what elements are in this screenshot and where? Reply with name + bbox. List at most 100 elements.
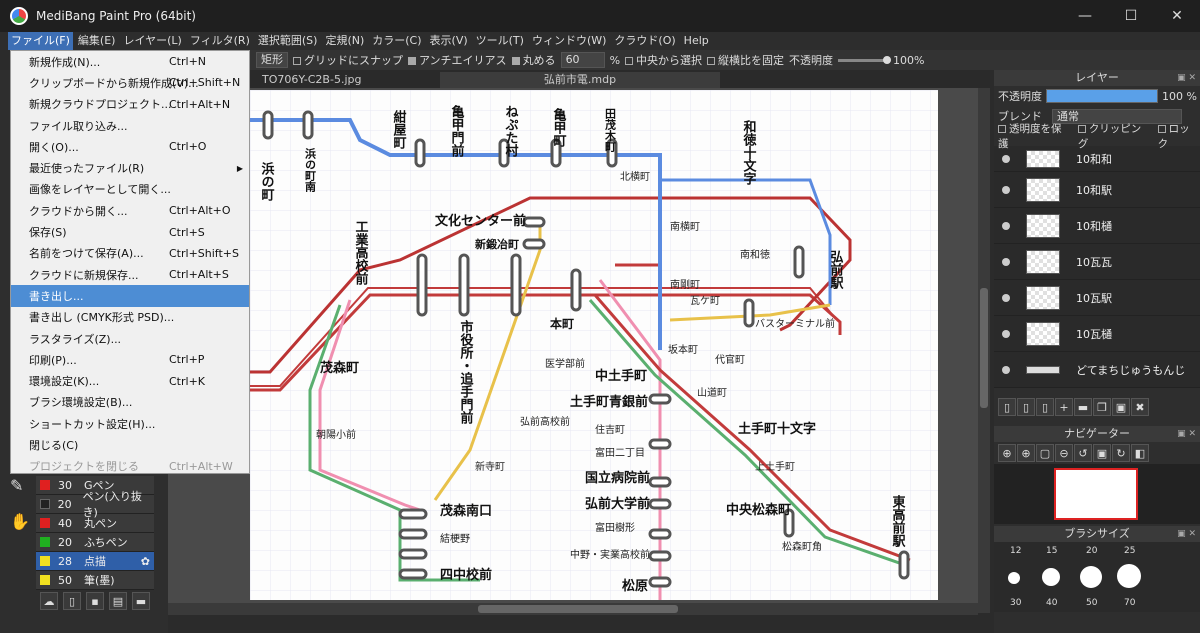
new-1bit-layer-icon[interactable]: ▯ xyxy=(1036,398,1054,416)
snap-grid-checkbox[interactable]: グリッドにスナップ xyxy=(293,52,403,68)
new-brush-icon[interactable]: ▯ xyxy=(63,592,81,610)
menu-cloud[interactable]: クラウド(O) xyxy=(611,32,678,50)
menu-item-recent-files[interactable]: 最近使ったファイル(R) ▶ xyxy=(11,157,249,178)
menu-help[interactable]: Help xyxy=(681,32,712,50)
eyedropper-icon[interactable]: ✎ xyxy=(10,476,23,495)
tab-jpg[interactable]: TO706Y-C2B-5.jpg xyxy=(254,72,369,88)
new-layer-icon[interactable]: ▯ xyxy=(998,398,1016,416)
eye-icon[interactable] xyxy=(1002,257,1010,266)
antialias-checkbox[interactable]: アンチエイリアス xyxy=(408,52,507,68)
zoom-in-icon[interactable]: ⊕ xyxy=(998,444,1016,462)
document-canvas[interactable]: 浜の町 浜の町南 紺屋町 亀甲門前 ねぷた村 亀甲町 田茂木町 和徳十文字 文化… xyxy=(250,90,938,600)
minimize-button[interactable]: — xyxy=(1062,0,1108,32)
brush-item-selected[interactable]: 28 点描 ✿ xyxy=(36,552,154,571)
horizontal-scrollbar[interactable] xyxy=(168,603,978,615)
fit-icon[interactable]: ▢ xyxy=(1036,444,1054,462)
layer-item[interactable]: 10和樋 xyxy=(994,208,1200,244)
menu-item-rasterize[interactable]: ラスタライズ(Z)... xyxy=(11,328,249,349)
menu-item-open-from-cloud[interactable]: クラウドから開く... Ctrl+Alt+O xyxy=(11,200,249,221)
menu-item-save[interactable]: 保存(S) Ctrl+S xyxy=(11,221,249,242)
brush-size-title: ブラシサイズ ▣ ✕ xyxy=(994,526,1200,542)
lock-checkbox[interactable]: ロック xyxy=(1157,121,1200,151)
menu-item-new[interactable]: 新規作成(N)... Ctrl+N xyxy=(11,51,249,72)
layer-item[interactable]: 10瓦駅 xyxy=(994,280,1200,316)
fullscreen-icon[interactable]: ▣ xyxy=(1093,444,1111,462)
menu-layer[interactable]: レイヤー(L) xyxy=(120,32,184,50)
eye-icon[interactable] xyxy=(1002,329,1010,338)
selection-mode-select[interactable]: 矩形 xyxy=(256,52,288,68)
add-brush-icon[interactable]: ▪ xyxy=(86,592,104,610)
round-checkbox[interactable]: 丸める xyxy=(511,52,556,68)
menu-tool[interactable]: ツール(T) xyxy=(473,32,527,50)
brush-size-dot[interactable] xyxy=(1117,564,1141,588)
vertical-scrollbar[interactable] xyxy=(978,88,990,613)
clipping-checkbox[interactable]: クリッピング xyxy=(1077,121,1152,151)
menu-item-print[interactable]: 印刷(P)... Ctrl+P xyxy=(11,349,249,370)
menu-item-new-from-clipboard[interactable]: クリップボードから新規作成(V)... Ctrl+Shift+N xyxy=(11,72,249,93)
trash-icon[interactable]: ✖ xyxy=(1131,398,1149,416)
menu-item-new-cloud-project[interactable]: 新規クラウドプロジェクト... Ctrl+Alt+N xyxy=(11,94,249,115)
gear-icon[interactable]: ✿ xyxy=(141,555,150,568)
menu-item-open-as-layer[interactable]: 画像をレイヤーとして開く... xyxy=(11,179,249,200)
round-value-input[interactable]: 60 xyxy=(560,52,605,68)
eye-icon[interactable] xyxy=(1002,293,1010,302)
layer-item[interactable]: 10和駅 xyxy=(994,172,1200,208)
menu-color[interactable]: カラー(C) xyxy=(369,32,424,50)
brush-item[interactable]: 20 ペン(入り抜き) xyxy=(36,490,154,519)
brush-item[interactable]: 50 筆(墨) xyxy=(36,571,154,590)
brush-settings-icon[interactable]: ▤ xyxy=(109,592,127,610)
brush-size-dot[interactable] xyxy=(1042,568,1060,586)
menu-item-export[interactable]: 書き出し... xyxy=(11,285,249,307)
brush-size-dot[interactable] xyxy=(1008,572,1020,584)
menu-item-export-cmyk[interactable]: 書き出し (CMYK形式 PSD)... xyxy=(11,307,249,328)
station-label: 本町 xyxy=(550,316,574,331)
layer-item[interactable]: 10瓦瓦 xyxy=(994,244,1200,280)
menu-item-save-as[interactable]: 名前をつけて保存(A)... Ctrl+Shift+S xyxy=(11,243,249,264)
navigator-preview[interactable] xyxy=(994,464,1200,524)
flip-icon[interactable]: ◧ xyxy=(1131,444,1149,462)
eye-icon[interactable] xyxy=(1002,221,1010,230)
brush-size-dot[interactable] xyxy=(1080,566,1102,588)
from-center-checkbox[interactable]: 中央から選択 xyxy=(625,52,702,68)
menu-ruler[interactable]: 定規(N) xyxy=(322,32,367,50)
menu-item-import[interactable]: ファイル取り込み... xyxy=(11,115,249,136)
zoom-out-icon[interactable]: ⊖ xyxy=(1055,444,1073,462)
menu-item-preferences[interactable]: 環境設定(K)... Ctrl+K xyxy=(11,370,249,391)
menu-file[interactable]: ファイル(F) xyxy=(8,32,73,50)
zoom-in-alt-icon[interactable]: ⊕ xyxy=(1017,444,1035,462)
new-halftone-layer-icon[interactable]: ▯ xyxy=(1017,398,1035,416)
eye-icon[interactable] xyxy=(1002,154,1010,163)
menu-edit[interactable]: 編集(E) xyxy=(75,32,119,50)
menu-window[interactable]: ウィンドウ(W) xyxy=(529,32,609,50)
layer-item[interactable]: どてまちじゅうもんじ xyxy=(994,352,1200,388)
menu-item-open[interactable]: 開く(O)... Ctrl+O xyxy=(11,136,249,157)
maximize-button[interactable]: ☐ xyxy=(1108,0,1154,32)
cloud-brush-icon[interactable]: ☁ xyxy=(40,592,58,610)
brush-item[interactable]: 20 ふちペン xyxy=(36,533,154,552)
close-button[interactable]: ✕ xyxy=(1154,0,1200,32)
duplicate-layer-icon[interactable]: ❐ xyxy=(1093,398,1111,416)
menu-selection[interactable]: 選択範囲(S) xyxy=(255,32,321,50)
eye-icon[interactable] xyxy=(1002,185,1010,194)
hand-icon[interactable]: ✋ xyxy=(10,512,30,531)
menu-item-shortcut-settings[interactable]: ショートカット設定(H)... xyxy=(11,413,249,434)
folder-icon[interactable]: ▬ xyxy=(1074,398,1092,416)
menu-view[interactable]: 表示(V) xyxy=(427,32,471,50)
menu-item-close[interactable]: 閉じる(C) xyxy=(11,434,249,455)
folder-icon[interactable]: ▬ xyxy=(132,592,150,610)
rotate-right-icon[interactable]: ↻ xyxy=(1112,444,1130,462)
layer-opacity-slider[interactable] xyxy=(1046,89,1158,103)
protect-alpha-checkbox[interactable]: 透明度を保護 xyxy=(998,121,1072,151)
menu-item-brush-preferences[interactable]: ブラシ環境設定(B)... xyxy=(11,392,249,413)
menu-item-save-to-cloud[interactable]: クラウドに新規保存... Ctrl+Alt+S xyxy=(11,264,249,285)
layer-item[interactable]: 10瓦樋 xyxy=(994,316,1200,352)
tab-mdp[interactable]: 弘前市電.mdp xyxy=(440,72,720,88)
merge-down-icon[interactable]: ▣ xyxy=(1112,398,1130,416)
opacity-slider[interactable] xyxy=(838,55,892,64)
size-label: 50 xyxy=(1086,598,1098,608)
rotate-left-icon[interactable]: ↺ xyxy=(1074,444,1092,462)
fix-ratio-checkbox[interactable]: 縦横比を固定 xyxy=(707,52,784,68)
eye-icon[interactable] xyxy=(1002,365,1010,374)
menu-filter[interactable]: フィルタ(R) xyxy=(187,32,253,50)
add-layer-icon[interactable]: + xyxy=(1055,398,1073,416)
